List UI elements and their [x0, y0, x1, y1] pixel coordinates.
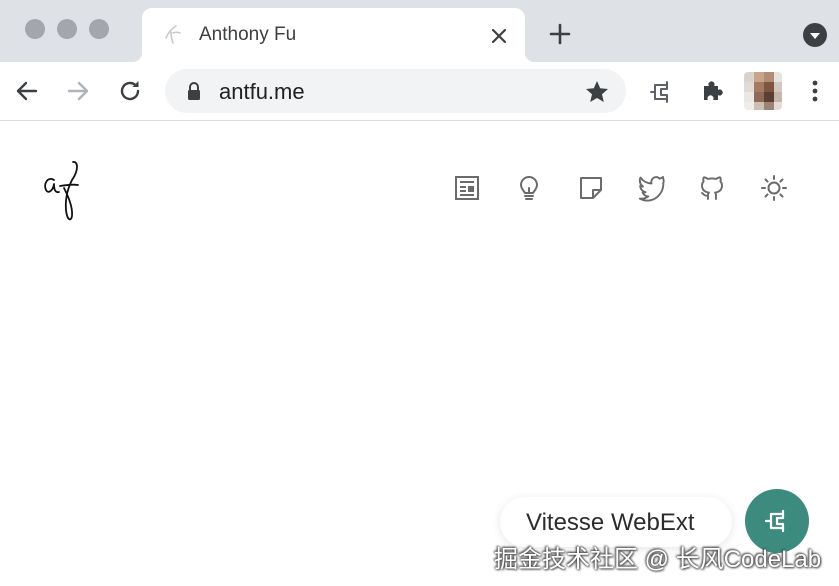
tab-strip: Anthony Fu	[0, 0, 839, 62]
address-bar[interactable]: antfu.me	[165, 69, 626, 113]
window-zoom-button[interactable]	[89, 19, 109, 39]
profile-avatar[interactable]	[744, 72, 782, 110]
active-tab[interactable]: Anthony Fu	[132, 8, 535, 62]
window-minimize-button[interactable]	[57, 19, 77, 39]
sun-icon[interactable]	[759, 173, 789, 203]
star-icon[interactable]	[584, 79, 610, 105]
github-icon[interactable]	[697, 173, 727, 203]
browser-toolbar: antfu.me	[0, 62, 839, 121]
puzzle-extensions-icon[interactable]	[698, 77, 726, 105]
plug-extension-icon[interactable]	[647, 77, 675, 105]
more-vertical-icon[interactable]	[801, 77, 829, 105]
tab-search-button[interactable]	[803, 23, 827, 47]
vitesse-webext-label: Vitesse WebExt	[526, 509, 695, 536]
lightbulb-icon[interactable]	[514, 173, 544, 203]
close-tab-icon[interactable]	[488, 25, 510, 47]
new-tab-icon[interactable]	[548, 22, 572, 46]
url-text[interactable]: antfu.me	[219, 79, 305, 105]
twitter-icon[interactable]	[636, 173, 666, 203]
reload-icon[interactable]	[116, 77, 144, 105]
arrow-right-icon[interactable]	[64, 77, 92, 105]
arrow-left-icon[interactable]	[13, 77, 41, 105]
watermark-text: 掘金技术社区 @ 长风CodeLab	[494, 546, 822, 573]
lock-icon[interactable]	[185, 81, 203, 101]
window-close-button[interactable]	[25, 19, 45, 39]
chevron-down-icon	[810, 33, 820, 39]
plug-extension-icon	[764, 509, 785, 533]
af-logo-icon	[165, 25, 181, 44]
article-icon[interactable]	[452, 173, 482, 203]
sticky-note-icon[interactable]	[576, 173, 606, 203]
af-signature-logo[interactable]	[40, 158, 86, 224]
tab-title: Anthony Fu	[199, 24, 297, 45]
